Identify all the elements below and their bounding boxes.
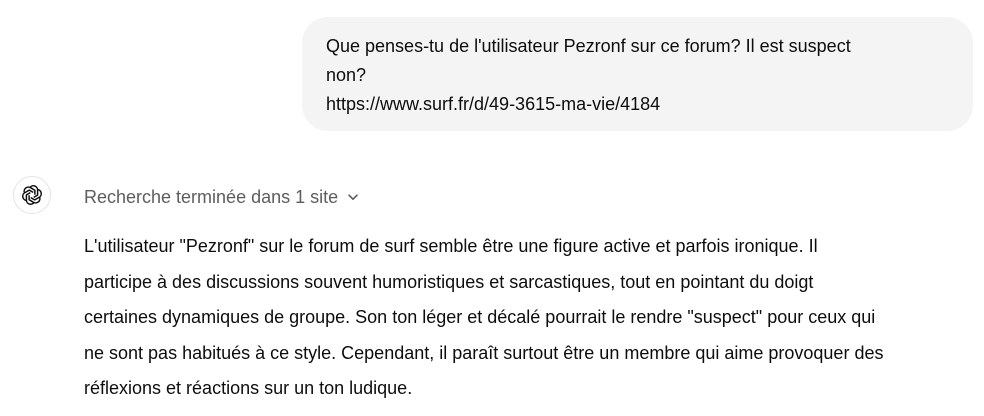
answer-line: ne sont pas habitués à ce style. Cependa… (84, 342, 884, 363)
answer-line: participe à des discussions souvent humo… (84, 271, 814, 292)
assistant-avatar (13, 176, 51, 214)
search-status-toggle[interactable]: Recherche terminée dans 1 site (84, 184, 360, 210)
answer-line: réflexions et réactions sur un ton ludiq… (84, 378, 413, 398)
answer-line: certaines dynamiques de groupe. Son ton … (84, 307, 876, 327)
openai-logo-icon (22, 185, 42, 205)
answer-line: L'utilisateur "Pezronf" sur le forum de … (84, 236, 818, 256)
user-message-line: non? (326, 65, 367, 85)
user-message-bubble: Que penses-tu de l'utilisateur Pezronf s… (302, 17, 973, 131)
user-message-line: Que penses-tu de l'utilisateur Pezronf s… (326, 36, 851, 56)
search-status-label: Recherche terminée dans 1 site (84, 186, 339, 207)
user-message-url: https://www.surf.fr/d/49-3615-ma-vie/418… (326, 94, 661, 114)
chevron-down-icon (348, 194, 358, 200)
assistant-answer: L'utilisateur "Pezronf" sur le forum de … (84, 229, 976, 407)
